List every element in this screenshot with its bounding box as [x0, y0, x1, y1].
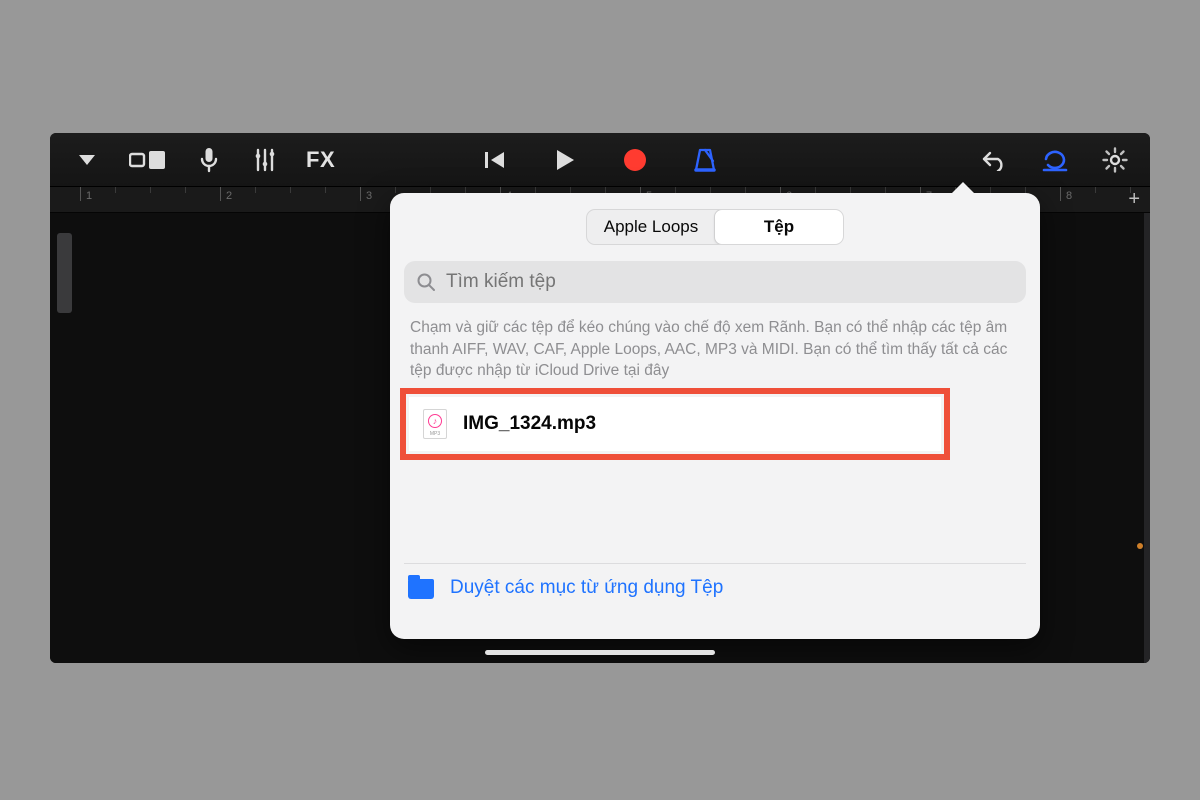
- metronome-icon[interactable]: [690, 143, 720, 177]
- file-item[interactable]: MP3 IMG_1324.mp3: [409, 397, 941, 451]
- fx-button[interactable]: FX: [306, 143, 335, 177]
- ruler-number: 3: [366, 190, 372, 202]
- tab-apple-loops[interactable]: Apple Loops: [587, 210, 715, 244]
- ruler-number: 1: [86, 190, 92, 202]
- undo-button[interactable]: [980, 143, 1010, 177]
- browse-files-app-button[interactable]: Duyệt các mục từ ứng dụng Tệp: [404, 577, 1026, 599]
- scrollbar-edge: [1144, 213, 1150, 663]
- mp3-file-icon: MP3: [423, 409, 447, 439]
- transport-controls: [480, 133, 720, 187]
- file-row-highlight: MP3 IMG_1324.mp3: [400, 388, 950, 460]
- home-indicator: [485, 650, 715, 655]
- microphone-icon[interactable]: [194, 143, 224, 177]
- mixer-icon[interactable]: [250, 143, 280, 177]
- ruler-number: 8: [1066, 190, 1072, 202]
- toolbar: FX: [50, 133, 1150, 187]
- file-browser-popover: Apple Loops Tệp Chạm và giữ các tệp để k…: [390, 193, 1040, 639]
- toolbar-right: [980, 133, 1130, 187]
- folder-icon: [408, 579, 434, 599]
- file-name-label: IMG_1324.mp3: [463, 413, 596, 435]
- loop-browser-button[interactable]: [1040, 143, 1070, 177]
- track-header-handle[interactable]: [57, 233, 72, 313]
- search-field[interactable]: [404, 261, 1026, 303]
- divider: [404, 563, 1026, 564]
- popover-tabs: Apple Loops Tệp: [586, 209, 844, 245]
- search-icon: [416, 272, 436, 292]
- ruler-number: 2: [226, 190, 232, 202]
- tab-files[interactable]: Tệp: [714, 209, 844, 245]
- go-to-start-button[interactable]: [480, 143, 510, 177]
- marker-dot: [1137, 543, 1143, 549]
- garageband-window: FX: [50, 133, 1150, 663]
- search-input[interactable]: [446, 271, 1014, 293]
- track-view-button[interactable]: [128, 143, 168, 177]
- settings-gear-icon[interactable]: [1100, 143, 1130, 177]
- play-button[interactable]: [550, 143, 580, 177]
- record-button[interactable]: [620, 143, 650, 177]
- help-text: Chạm và giữ các tệp để kéo chúng vào chế…: [410, 317, 1020, 382]
- browse-label: Duyệt các mục từ ứng dụng Tệp: [450, 577, 723, 599]
- view-menu-button[interactable]: [72, 143, 102, 177]
